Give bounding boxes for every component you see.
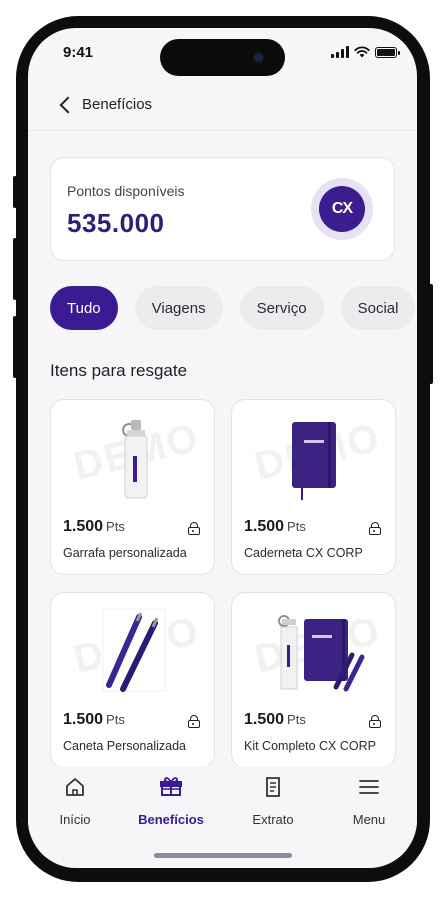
nav-label: Menu — [352, 812, 386, 827]
page-title: Benefícios — [82, 96, 153, 113]
home-icon — [66, 778, 84, 796]
points-label: Pontos disponíveis — [67, 183, 185, 199]
nav-item-beneficios[interactable]: Benefícios — [126, 772, 216, 827]
app-screen: 9:41 Benefícios Pontos disponíveis 535.0… — [28, 28, 417, 868]
status-icons — [331, 46, 400, 58]
product-price: 1.500 Pts — [63, 711, 125, 728]
notebook-image — [292, 422, 336, 500]
side-button — [13, 316, 17, 378]
product-price: 1.500 Pts — [244, 711, 306, 728]
nav-label: Benefícios — [138, 812, 204, 827]
header: Benefícios — [28, 86, 417, 131]
status-time: 9:41 — [63, 44, 94, 61]
filter-chip-servico[interactable]: Serviço — [239, 286, 324, 330]
bottom-nav: Início Benefícios Extrato Menu — [28, 766, 417, 836]
gift-icon — [160, 777, 182, 796]
lock-icon — [188, 522, 200, 535]
category-filters: Tudo Viagens Serviço Social — [50, 286, 416, 330]
filter-chip-tudo[interactable]: Tudo — [50, 286, 118, 330]
chevron-left-icon — [59, 96, 77, 113]
product-name: Caneta Personalizada — [63, 739, 186, 753]
brand-logo-mark: CX — [319, 186, 365, 232]
receipt-icon — [266, 777, 280, 797]
side-button — [13, 238, 17, 300]
battery-icon — [375, 47, 400, 58]
product-card[interactable]: DEMO 1.500Pts Garrafa personalizada — [50, 399, 215, 575]
lock-icon — [369, 715, 381, 728]
product-card[interactable]: DEMO 1.500Pts Caneta Personalizada — [50, 592, 215, 768]
section-title: Itens para resgate — [50, 361, 188, 380]
filter-chip-social[interactable]: Social — [340, 286, 416, 330]
product-name: Kit Completo CX CORP — [244, 739, 376, 753]
water-bottle-image — [122, 420, 148, 499]
home-indicator[interactable] — [154, 853, 292, 858]
product-price: 1.500 Pts — [63, 518, 125, 535]
wifi-icon — [354, 46, 370, 58]
nav-label: Início — [59, 812, 91, 827]
pens-image — [102, 608, 166, 692]
side-button — [429, 284, 433, 384]
brand-logo: CX — [311, 178, 373, 240]
points-value: 535.000 — [67, 208, 165, 238]
nav-item-menu[interactable]: Menu — [324, 772, 414, 827]
camera-icon — [252, 51, 265, 64]
filter-chip-viagens[interactable]: Viagens — [134, 286, 223, 330]
product-name: Caderneta CX CORP — [244, 546, 363, 560]
product-card[interactable]: DEMO 1.500Pts Caderneta CX CORP — [231, 399, 396, 575]
back-button[interactable]: Benefícios — [58, 96, 152, 113]
lock-icon — [188, 715, 200, 728]
dynamic-island — [160, 39, 285, 76]
nav-label: Extrato — [252, 812, 294, 827]
product-price: 1.500 Pts — [244, 518, 306, 535]
signal-icon — [331, 46, 349, 58]
nav-item-inicio[interactable]: Início — [30, 772, 120, 827]
product-card[interactable]: DEMO 1.500Pts Kit Completo CX CORP — [231, 592, 396, 768]
nav-item-extrato[interactable]: Extrato — [228, 772, 318, 827]
menu-icon — [359, 780, 379, 794]
product-name: Garrafa personalizada — [63, 546, 187, 560]
kit-image — [278, 615, 365, 692]
lock-icon — [369, 522, 381, 535]
points-card: Pontos disponíveis 535.000 CX — [50, 157, 395, 261]
side-button — [13, 176, 17, 208]
